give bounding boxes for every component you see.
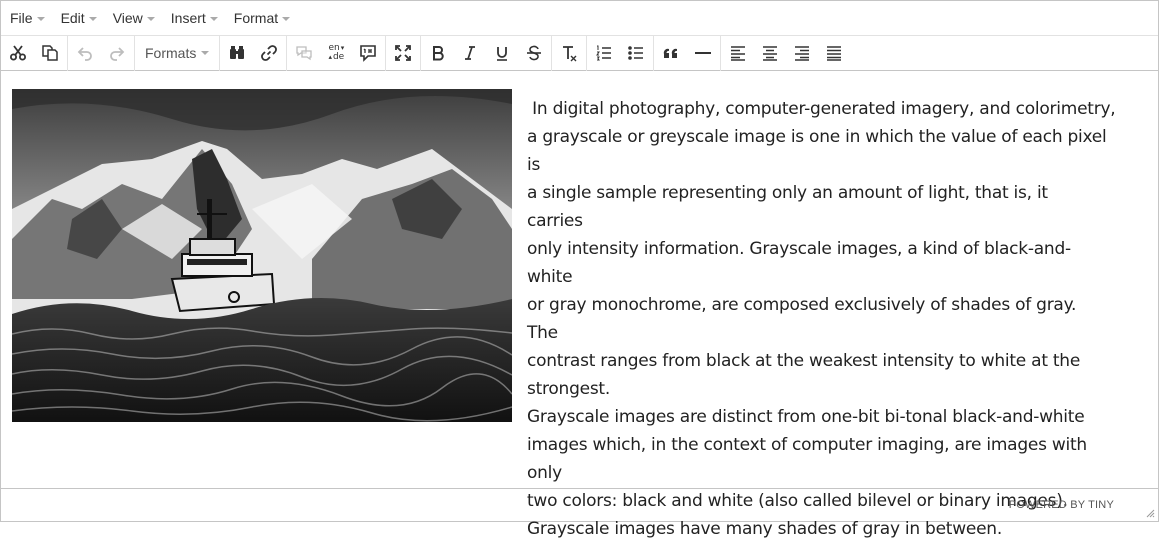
text-line: strongest.: [527, 379, 610, 399]
align-center-button[interactable]: [754, 37, 786, 69]
document-text[interactable]: In digital photography, computer-generat…: [527, 95, 1116, 543]
chevron-down-icon: [201, 51, 210, 55]
toolbar-group-align: [721, 36, 851, 71]
align-right-icon: [795, 46, 810, 61]
menu-file[interactable]: File: [5, 1, 50, 35]
clear-formatting-button[interactable]: [553, 37, 585, 69]
menu-edit-label: Edit: [60, 10, 85, 26]
clear-formatting-icon: [563, 46, 577, 62]
bullet-list-icon: [628, 46, 644, 60]
editor-content[interactable]: In digital photography, computer-generat…: [1, 72, 1158, 539]
strikethrough-icon: [527, 45, 542, 61]
align-right-button[interactable]: [786, 37, 818, 69]
chevron-down-icon: [282, 16, 291, 21]
numbered-list-icon: [596, 45, 612, 61]
toolbar-group-text-style: [421, 35, 553, 71]
underline-icon: [497, 47, 508, 61]
toolbar-group-blocks: [654, 35, 722, 71]
toolbar-group-formats: Formats: [135, 35, 221, 71]
bullet-list-button[interactable]: [620, 37, 652, 69]
align-center-icon: [763, 46, 778, 61]
link-button[interactable]: [253, 37, 285, 69]
align-left-button[interactable]: [722, 37, 754, 69]
menu-view-label: View: [112, 10, 143, 26]
bold-button[interactable]: [422, 37, 454, 69]
cut-icon: [10, 45, 26, 61]
underline-button[interactable]: [486, 37, 518, 69]
toolbar-group-history: [68, 35, 135, 71]
fullscreen-button[interactable]: [387, 37, 419, 69]
chevron-down-icon: [146, 16, 155, 21]
text-line: In digital photography, computer-generat…: [527, 99, 1116, 119]
blockquote-icon: [664, 48, 678, 58]
find-icon: [230, 46, 245, 59]
justify-icon: [827, 46, 842, 61]
text-line: or gray monochrome, are composed exclusi…: [527, 295, 1077, 343]
comment-icon: [296, 46, 312, 61]
toolbar-group-clipboard: [1, 35, 68, 71]
formats-dropdown[interactable]: Formats: [136, 37, 218, 69]
text-line: Grayscale images are distinct from one-b…: [527, 407, 1085, 427]
text-line: a grayscale or greyscale image is one in…: [527, 127, 1107, 175]
menu-format-label: Format: [233, 10, 279, 26]
text-line: only intensity information. Grayscale im…: [527, 239, 1071, 287]
toolbar-group-view: [386, 35, 422, 71]
undo-icon: [77, 47, 92, 61]
horizontal-rule-icon: [695, 52, 712, 54]
copy-button[interactable]: [34, 37, 66, 69]
menu-format[interactable]: Format: [229, 1, 295, 35]
numbered-list-button[interactable]: [588, 37, 620, 69]
cut-button[interactable]: [2, 37, 34, 69]
text-line: a single sample representing only an amo…: [527, 183, 1048, 231]
resize-handle-icon[interactable]: [1145, 508, 1155, 518]
rich-text-editor: File Edit View Insert Format Formats en …: [0, 0, 1159, 539]
language-icon: en ▾ ▴ de: [328, 43, 345, 62]
toolbar-group-lists: [587, 35, 655, 71]
text-line: images which, in the context of computer…: [527, 435, 1087, 483]
language-button[interactable]: en ▾ ▴ de: [320, 37, 352, 69]
text-line: contrast ranges from black at the weakes…: [527, 351, 1081, 371]
link-icon: [261, 45, 278, 61]
strikethrough-button[interactable]: [518, 37, 550, 69]
italic-button[interactable]: [454, 37, 486, 69]
boat-photo-illustration: [12, 89, 512, 422]
redo-button[interactable]: [101, 37, 133, 69]
justify-button[interactable]: [818, 37, 850, 69]
comment-button[interactable]: [288, 37, 320, 69]
toolbar: Formats en ▾ ▴ de: [1, 35, 1158, 71]
fullscreen-icon: [395, 45, 412, 61]
chevron-down-icon: [88, 16, 97, 21]
bold-icon: [433, 46, 445, 61]
menu-insert[interactable]: Insert: [166, 1, 223, 35]
blockquote-button[interactable]: [655, 37, 687, 69]
undo-button[interactable]: [69, 37, 101, 69]
toolbar-group-clear: [552, 35, 588, 71]
chevron-down-icon: [209, 16, 218, 21]
menubar: File Edit View Insert Format: [1, 1, 1158, 36]
menu-file-label: File: [10, 10, 33, 26]
copy-icon: [42, 45, 58, 61]
redo-icon: [110, 47, 125, 61]
menu-view[interactable]: View: [108, 1, 160, 35]
formats-label: Formats: [145, 45, 197, 61]
powered-by-link[interactable]: POWERED BY TINY: [1009, 499, 1114, 511]
content-image[interactable]: [12, 89, 512, 422]
toolbar-group-meta: en ▾ ▴ de: [287, 35, 387, 71]
find-replace-button[interactable]: [221, 37, 253, 69]
italic-icon: [465, 46, 476, 60]
chevron-down-icon: [36, 16, 45, 21]
text-direction-button[interactable]: [352, 37, 384, 69]
horizontal-rule-button[interactable]: [687, 37, 719, 69]
toolbar-group-tools: [220, 35, 288, 71]
statusbar: POWERED BY TINY: [1, 488, 1158, 521]
lang-bottom-label: de: [332, 52, 345, 62]
menu-edit[interactable]: Edit: [56, 1, 102, 35]
text-direction-icon: [360, 45, 377, 62]
menu-insert-label: Insert: [170, 10, 206, 26]
align-left-icon: [731, 46, 746, 61]
